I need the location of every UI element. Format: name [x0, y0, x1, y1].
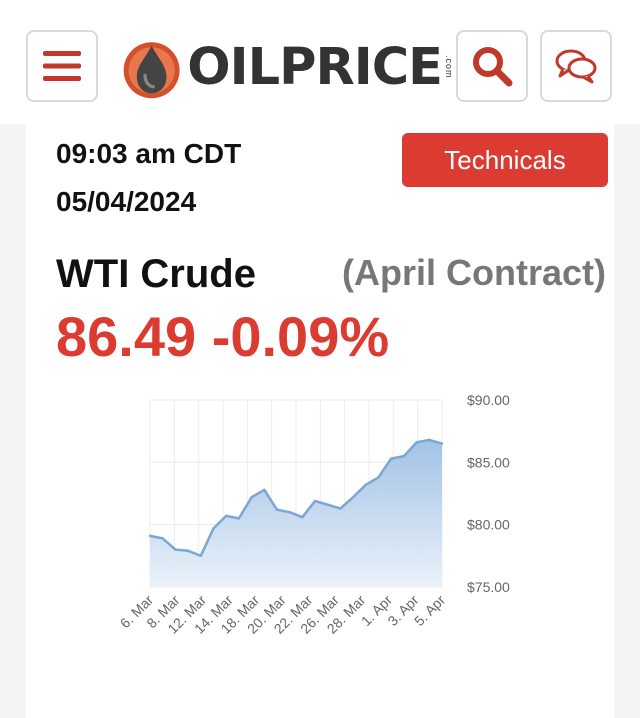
x-tick-label: 5. Apr	[411, 592, 448, 629]
data-point	[199, 554, 202, 558]
data-point	[161, 537, 164, 540]
data-point	[250, 496, 253, 499]
y-tick-label: $75.00	[467, 579, 510, 595]
data-point	[224, 514, 228, 518]
y-axis-ticks: $75.00 $80.00 $85.00 $90.00	[467, 392, 510, 595]
data-point	[186, 549, 190, 553]
data-point	[377, 476, 380, 479]
data-point	[402, 454, 406, 458]
y-tick-label: $80.00	[467, 517, 510, 533]
y-tick-label: $90.00	[467, 392, 510, 408]
data-point	[263, 488, 266, 491]
price-chart: $75.00 $80.00 $85.00 $90.00 6. Mar8. Mar12.…	[117, 392, 510, 637]
data-point	[237, 517, 241, 520]
data-point	[339, 507, 342, 510]
data-point	[326, 503, 329, 506]
data-point	[148, 534, 152, 538]
data-point	[212, 527, 215, 530]
data-point	[275, 508, 279, 511]
data-point	[390, 457, 393, 460]
x-axis-ticks: 6. Mar8. Mar12. Mar14. Mar18. Mar20. Mar…	[117, 592, 449, 637]
data-point	[174, 548, 177, 551]
y-tick-label: $85.00	[467, 454, 510, 470]
data-point	[351, 496, 355, 499]
data-point	[415, 441, 418, 444]
data-point	[288, 511, 291, 514]
data-point	[301, 515, 304, 519]
data-point	[440, 442, 444, 445]
data-point	[364, 483, 368, 486]
data-point	[313, 499, 317, 503]
data-point	[428, 438, 431, 442]
